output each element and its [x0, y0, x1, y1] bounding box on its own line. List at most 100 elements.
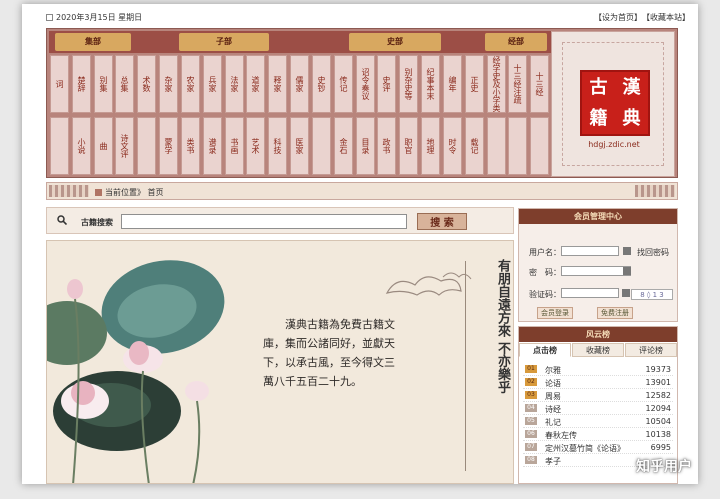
tab-favorites[interactable]: 收藏榜: [572, 343, 624, 357]
top-bar: 2020年3月15日 星期日 【设为首页】【收藏本站】: [22, 4, 698, 28]
member-panel: 会员管理中心 用户名： 找回密码 密 码： 验证码： 8 ◊ 1 3 会员登录 …: [518, 208, 678, 322]
date-display: 2020年3月15日 星期日: [46, 12, 142, 23]
category-item[interactable]: 史钞: [312, 55, 331, 113]
category-item[interactable]: 类书: [181, 117, 200, 175]
category-item[interactable]: 总集: [115, 55, 134, 113]
ranking-item[interactable]: 01尔雅19373: [523, 363, 673, 376]
category-item[interactable]: 传记: [334, 55, 353, 113]
category-item[interactable]: 金石: [334, 117, 353, 175]
category-item[interactable]: 经学史及小学类: [487, 55, 506, 113]
category-item[interactable]: 释家: [268, 55, 287, 113]
category-item[interactable]: 时令: [443, 117, 462, 175]
search-icon: [57, 215, 67, 225]
category-item[interactable]: 地理: [421, 117, 440, 175]
username-input[interactable]: [561, 246, 619, 256]
category-item[interactable]: 别杂史等: [399, 55, 418, 113]
category-item[interactable]: 儒家: [290, 55, 309, 113]
site-seal-logo[interactable]: 古 漢 籍 典: [580, 70, 650, 136]
category-item[interactable]: 职官: [399, 117, 418, 175]
category-item[interactable]: 诏令奏议: [356, 55, 375, 113]
ranking-item[interactable]: 06春秋左传10138: [523, 428, 673, 441]
category-item[interactable]: 小说: [72, 117, 91, 175]
refresh-icon[interactable]: [622, 289, 630, 297]
ranking-item[interactable]: 07定州汉墓竹简《论语》6995: [523, 441, 673, 454]
category-item[interactable]: 十三经: [530, 55, 549, 113]
search-label: 古籍搜索: [81, 217, 113, 228]
breadcrumb: 当前位置》 首页: [46, 182, 678, 200]
ornament-left: [49, 185, 89, 197]
ranking-item[interactable]: 05礼记10504: [523, 415, 673, 428]
category-item[interactable]: 楚辞: [72, 55, 91, 113]
category-item[interactable]: 艺术: [246, 117, 265, 175]
register-button[interactable]: 免费注册: [597, 307, 633, 319]
bookmark-link[interactable]: 【收藏本站】: [646, 13, 690, 22]
retrieve-password-link[interactable]: 找回密码: [637, 247, 669, 258]
category-item[interactable]: 曲: [94, 117, 113, 175]
group-zibu[interactable]: 子部: [179, 33, 269, 51]
rank-number: 04: [525, 404, 537, 412]
ranking-list: 01尔雅1937302论语1390103周易1258204诗经1209405礼记…: [523, 363, 673, 467]
hero-banner: 漢典古籍為免費古籍文庫，集而公諸同好，並獻天下，以承古風，至今得文三萬八千五百二…: [46, 240, 514, 484]
rank-title[interactable]: 论语: [545, 378, 561, 389]
category-item[interactable]: 史评: [377, 55, 396, 113]
poem-text: 有朋自遠方來 不亦樂乎: [475, 259, 511, 469]
captcha-input[interactable]: [561, 288, 619, 298]
category-item[interactable]: 书画: [225, 117, 244, 175]
category-item[interactable]: 法家: [225, 55, 244, 113]
search-button[interactable]: 搜 索: [417, 213, 467, 230]
date-text: 2020年3月15日 星期日: [56, 13, 142, 22]
tab-comments[interactable]: 评论榜: [625, 343, 677, 357]
group-jibu[interactable]: 集部: [55, 33, 131, 51]
category-item[interactable]: 正史: [465, 55, 484, 113]
intro-text: 漢典古籍為免費古籍文庫，集而公諸同好，並獻天下，以承古風，至今得文三萬八千五百二…: [263, 315, 401, 391]
rank-title[interactable]: 定州汉墓竹简《论语》: [545, 443, 625, 454]
ranking-item[interactable]: 02论语13901: [523, 376, 673, 389]
category-item[interactable]: 纪事本末: [421, 55, 440, 113]
category-item[interactable]: 词: [50, 55, 69, 113]
search-input[interactable]: [121, 214, 407, 229]
category-item[interactable]: 政书: [377, 117, 396, 175]
category-item[interactable]: 诗文评: [115, 117, 134, 175]
category-item[interactable]: 蒙学: [159, 117, 178, 175]
tab-clicks[interactable]: 点击榜: [519, 343, 571, 357]
rank-title[interactable]: 孝子: [545, 456, 561, 467]
category-item[interactable]: 十三经注疏: [508, 55, 527, 113]
category-item: [50, 117, 69, 175]
category-item[interactable]: 道家: [246, 55, 265, 113]
category-item[interactable]: 兵家: [203, 55, 222, 113]
category-item[interactable]: 目录: [356, 117, 375, 175]
keyboard-icon[interactable]: [623, 247, 631, 255]
logo-box: 古 漢 籍 典 hdgj.zdic.net: [551, 31, 675, 177]
rank-count: 19373: [646, 365, 671, 374]
category-item[interactable]: 术数: [137, 55, 156, 113]
login-button[interactable]: 会员登录: [537, 307, 573, 319]
group-jingbu[interactable]: 经部: [485, 33, 547, 51]
rank-title[interactable]: 春秋左传: [545, 430, 577, 441]
category-item[interactable]: 科技: [268, 117, 287, 175]
ranking-item[interactable]: 04诗经12094: [523, 402, 673, 415]
divider-line: [465, 261, 466, 471]
rank-title[interactable]: 尔雅: [545, 365, 561, 376]
breadcrumb-text: 当前位置》 首页: [95, 187, 164, 198]
rank-title[interactable]: 礼记: [545, 417, 561, 428]
category-item[interactable]: 谱录: [203, 117, 222, 175]
captcha-image[interactable]: 8 ◊ 1 3: [631, 289, 673, 300]
ranking-item[interactable]: 03周易12582: [523, 389, 673, 402]
category-item[interactable]: 编年: [443, 55, 462, 113]
group-shibu[interactable]: 史部: [349, 33, 441, 51]
set-home-link[interactable]: 【设为首页】: [594, 13, 642, 22]
category-item[interactable]: 医家: [290, 117, 309, 175]
rank-title[interactable]: 诗经: [545, 404, 561, 415]
breadcrumb-home-link[interactable]: 首页: [148, 188, 164, 197]
search-bar: 古籍搜索 搜 索: [46, 207, 514, 234]
seal-char: 籍: [590, 110, 608, 128]
category-item[interactable]: 载记: [465, 117, 484, 175]
rank-title[interactable]: 周易: [545, 391, 561, 402]
category-item[interactable]: 别集: [94, 55, 113, 113]
category-item[interactable]: 农家: [181, 55, 200, 113]
password-input[interactable]: [561, 266, 631, 276]
keyboard-icon[interactable]: [623, 267, 631, 275]
rank-count: 12582: [646, 391, 671, 400]
rank-number: 06: [525, 430, 537, 438]
category-item[interactable]: 杂家: [159, 55, 178, 113]
